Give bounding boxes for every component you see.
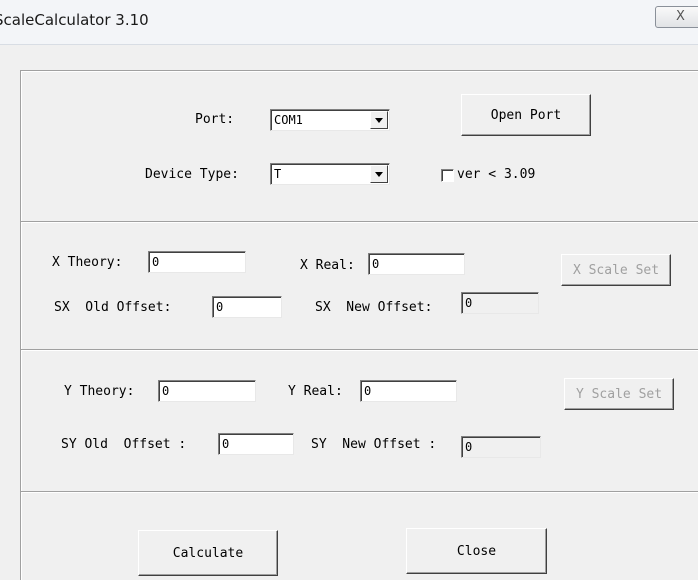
title-bar: ScaleCalculator 3.10 X: [0, 0, 698, 45]
y-scale-group: [20, 349, 698, 492]
ver-checkbox-label: ver < 3.09: [457, 167, 536, 182]
sy-new-offset-field: 0: [461, 436, 541, 458]
open-port-button[interactable]: Open Port: [461, 94, 591, 136]
sx-new-offset-label: SX New Offset:: [315, 300, 433, 315]
x-theory-label: X Theory:: [52, 255, 123, 270]
chevron-down-icon[interactable]: [370, 165, 388, 183]
y-theory-input[interactable]: 0: [158, 380, 256, 402]
x-scale-set-button[interactable]: X Scale Set: [561, 254, 671, 286]
chevron-down-icon[interactable]: [370, 111, 388, 129]
sy-old-offset-input[interactable]: 0: [218, 433, 294, 455]
close-icon: X: [676, 9, 685, 24]
sx-new-offset-field: 0: [461, 292, 539, 314]
sx-old-offset-input[interactable]: 0: [212, 296, 282, 318]
sy-old-offset-label: SY Old Offset :: [61, 437, 187, 452]
port-group: [20, 70, 698, 222]
device-type-select-value: T: [274, 167, 282, 181]
y-real-input[interactable]: 0: [360, 380, 457, 402]
x-real-label: X Real:: [300, 258, 355, 273]
actions-group: [20, 491, 698, 580]
y-theory-label: Y Theory:: [64, 384, 135, 399]
device-type-select[interactable]: T: [270, 163, 390, 185]
window-title: ScaleCalculator 3.10: [0, 11, 149, 29]
port-label: Port:: [195, 112, 235, 127]
y-scale-set-button[interactable]: Y Scale Set: [564, 378, 674, 410]
sx-old-offset-label: SX Old Offset:: [54, 300, 172, 315]
y-real-label: Y Real:: [288, 384, 343, 399]
close-window-button[interactable]: X: [655, 6, 698, 28]
sy-new-offset-label: SY New Offset :: [311, 437, 437, 452]
ver-checkbox[interactable]: [441, 169, 454, 182]
port-select-value: COM1: [274, 113, 303, 127]
x-real-input[interactable]: 0: [368, 253, 465, 275]
device-type-label: Device Type:: [145, 167, 239, 182]
x-theory-input[interactable]: 0: [148, 251, 246, 273]
calculate-button[interactable]: Calculate: [138, 530, 278, 576]
port-select[interactable]: COM1: [270, 109, 390, 131]
close-button[interactable]: Close: [406, 528, 547, 574]
